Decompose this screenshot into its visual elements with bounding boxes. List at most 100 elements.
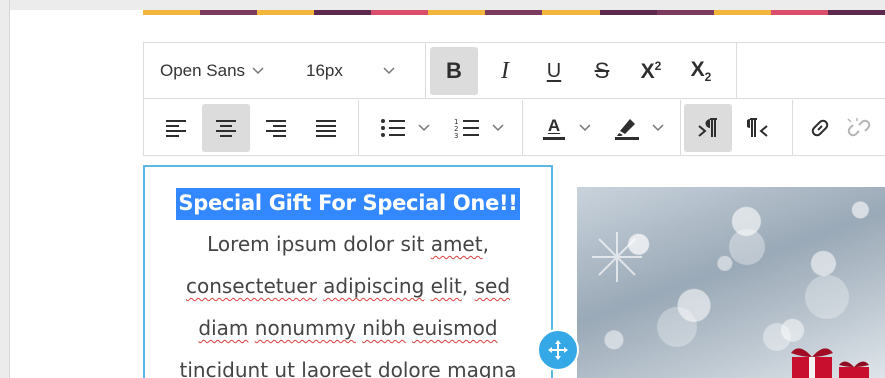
- misspelled-word: consectetuer: [185, 274, 317, 298]
- italic-button[interactable]: I: [482, 47, 528, 95]
- align-center-button[interactable]: [202, 104, 250, 152]
- headline-wrap: Special Gift For Special One!!: [145, 188, 551, 220]
- toolbar-row-1: Open Sans 16px B I U S X2 X2: [144, 43, 885, 99]
- chevron-down-icon: [652, 124, 664, 132]
- paragraph-line: Lorem ipsum dolor sit amet,: [145, 223, 551, 265]
- text-color-select[interactable]: A: [532, 104, 602, 152]
- align-left-button[interactable]: [152, 104, 200, 152]
- accent-segment: [599, 10, 657, 15]
- misspelled-word: elit: [430, 274, 462, 298]
- chevron-down-icon: [579, 124, 591, 132]
- toolbar-separator: [680, 100, 681, 156]
- chevron-down-icon: [252, 67, 264, 75]
- underline-button[interactable]: U: [532, 47, 576, 95]
- gift-image[interactable]: [577, 187, 885, 378]
- align-justify-button[interactable]: [302, 104, 350, 152]
- text-run: ,: [461, 274, 475, 298]
- strikethrough-button[interactable]: S: [580, 47, 624, 95]
- toolbar-row-2: 123 A: [144, 100, 885, 156]
- superscript-button[interactable]: X2: [628, 47, 674, 95]
- top-strip: [0, 0, 885, 10]
- subscript-button[interactable]: X2: [678, 47, 724, 95]
- accent-segment: [485, 10, 543, 15]
- accent-segment: [371, 10, 429, 15]
- toolbar-separator: [736, 43, 737, 99]
- direction-ltr-button[interactable]: [684, 104, 732, 152]
- rich-text-toolbar: Open Sans 16px B I U S X2 X2 1 2 3 A: [143, 42, 885, 156]
- misspelled-word: nibh: [362, 316, 406, 340]
- paragraph-line: diam nonummy nibh euismod: [145, 307, 551, 349]
- chevron-down-icon: [418, 124, 430, 132]
- template-color-bar: [143, 10, 885, 15]
- accent-segment: [314, 10, 372, 15]
- toolbar-separator: [522, 100, 523, 156]
- superscript-mark: 2: [654, 58, 662, 73]
- move-arrows-icon: [548, 340, 568, 360]
- bokeh-photo: [592, 229, 869, 378]
- align-right-button[interactable]: [252, 104, 300, 152]
- align-center-icon: [216, 120, 236, 137]
- text-run: Lorem ipsum dolor sit: [207, 232, 431, 256]
- subscript-icon: X2: [691, 58, 712, 84]
- highlighter-icon: [615, 119, 639, 140]
- italic-icon: I: [501, 57, 509, 84]
- subscript-mark: 2: [704, 70, 712, 85]
- accent-segment: [713, 10, 771, 15]
- chevron-down-icon: [383, 67, 395, 75]
- strikethrough-icon: S: [594, 58, 610, 83]
- misspelled-word: diam: [198, 316, 249, 340]
- misspelled-word: nonummy: [254, 316, 356, 340]
- paragraph-ltr-icon: [698, 118, 717, 137]
- bold-button[interactable]: B: [430, 47, 478, 95]
- superscript-icon: X2: [641, 59, 662, 84]
- gift-box-icon: [791, 348, 869, 378]
- font-size-select[interactable]: 16px: [306, 47, 412, 95]
- text-run: tincidunt ut laoreet dolore magna: [179, 358, 517, 378]
- body-paragraph[interactable]: Lorem ipsum dolor sit amet, consectetuer …: [145, 223, 551, 378]
- highlight-color-select[interactable]: [604, 104, 674, 152]
- align-justify-icon: [316, 120, 336, 137]
- toolbar-separator: [358, 100, 359, 156]
- underline-icon: U: [546, 59, 562, 82]
- accent-segment: [143, 10, 201, 15]
- font-family-value: Open Sans: [160, 61, 246, 80]
- accent-segment: [656, 10, 714, 15]
- align-left-icon: [166, 120, 186, 137]
- font-family-select[interactable]: Open Sans: [160, 47, 290, 95]
- selected-headline[interactable]: Special Gift For Special One!!: [176, 188, 520, 220]
- toolbar-separator: [425, 43, 426, 99]
- misspelled-word: sed: [474, 274, 511, 298]
- paragraph-line: consectetuer adipiscing elit, sed: [145, 265, 551, 307]
- accent-segment: [428, 10, 486, 15]
- text-color-letter: A: [547, 116, 561, 135]
- snowflake-icon: [592, 232, 642, 282]
- link-icon: [811, 119, 829, 137]
- accent-segment: [200, 10, 258, 15]
- paragraph-line: tincidunt ut laoreet dolore magna: [145, 349, 551, 378]
- chevron-down-icon: [492, 124, 504, 132]
- font-size-value: 16px: [306, 61, 343, 80]
- text-run: ,: [482, 232, 489, 256]
- paragraph-rtl-icon: [747, 118, 768, 137]
- accent-segment: [542, 10, 600, 15]
- direction-rtl-button[interactable]: [734, 104, 782, 152]
- insert-link-button[interactable]: [798, 104, 842, 152]
- text-content-block[interactable]: Special Gift For Special One!! Lorem ips…: [143, 165, 553, 378]
- unlink-button[interactable]: [844, 104, 885, 152]
- accent-segment: [257, 10, 315, 15]
- align-right-icon: [266, 120, 286, 137]
- unlink-icon: [847, 118, 871, 137]
- bullet-list-select[interactable]: [370, 104, 440, 152]
- subscript-base: X: [690, 57, 705, 81]
- numbered-list-icon: 123: [454, 118, 479, 139]
- numbered-list-select[interactable]: 123: [444, 104, 514, 152]
- misspelled-word: adipiscing: [323, 274, 425, 298]
- accent-segment: [827, 10, 885, 15]
- left-panel: [0, 0, 10, 378]
- accent-segment: [770, 10, 828, 15]
- move-handle[interactable]: [537, 329, 579, 371]
- superscript-base: X: [640, 59, 655, 83]
- misspelled-word: amet: [430, 232, 483, 256]
- misspelled-word: euismod: [412, 316, 498, 340]
- bold-icon: B: [446, 58, 462, 83]
